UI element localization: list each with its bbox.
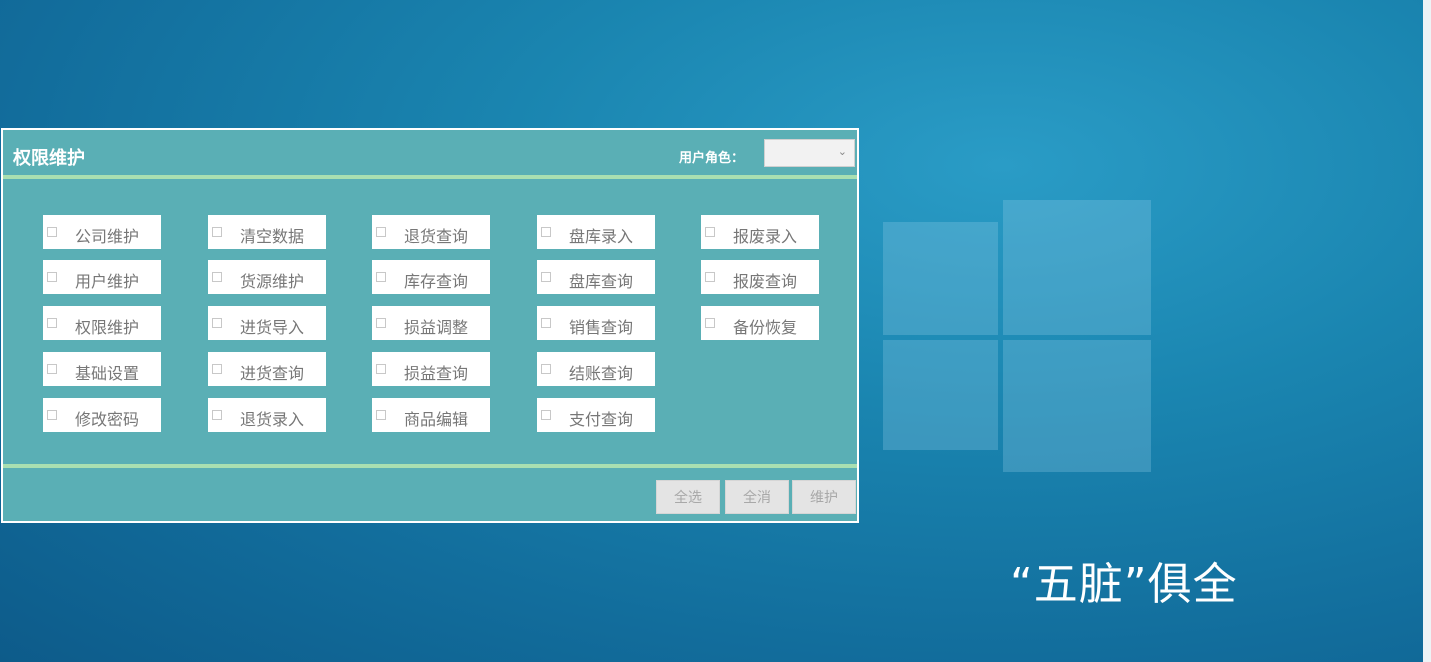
permission-label: 损益调整 bbox=[404, 318, 469, 337]
permission-label: 报废查询 bbox=[733, 272, 798, 291]
permission-label: 公司维护 bbox=[75, 227, 140, 246]
role-select[interactable]: ⌄ bbox=[764, 139, 855, 167]
permission-item[interactable]: 结账查询 bbox=[537, 352, 655, 386]
permission-label: 损益查询 bbox=[404, 364, 469, 383]
permission-label: 权限维护 bbox=[75, 318, 140, 337]
permission-item[interactable]: 退货录入 bbox=[208, 398, 326, 432]
permission-label: 备份恢复 bbox=[733, 318, 798, 337]
permission-item[interactable]: 损益查询 bbox=[372, 352, 490, 386]
permission-item[interactable]: 清空数据 bbox=[208, 215, 326, 249]
permission-checkbox[interactable] bbox=[541, 364, 551, 374]
permission-checkbox[interactable] bbox=[47, 272, 57, 282]
permission-item[interactable]: 退货查询 bbox=[372, 215, 490, 249]
permission-checkbox[interactable] bbox=[705, 318, 715, 328]
permission-checkbox[interactable] bbox=[212, 227, 222, 237]
permission-item[interactable]: 支付查询 bbox=[537, 398, 655, 432]
permission-item[interactable]: 货源维护 bbox=[208, 260, 326, 294]
permission-label: 进货导入 bbox=[240, 318, 305, 337]
permission-checkbox[interactable] bbox=[705, 272, 715, 282]
permission-checkbox[interactable] bbox=[47, 318, 57, 328]
panel-header: 权限维护 用户角色： ⌄ bbox=[3, 130, 857, 176]
permission-checkbox[interactable] bbox=[541, 410, 551, 420]
permission-item[interactable]: 报废录入 bbox=[701, 215, 819, 249]
permission-checkbox[interactable] bbox=[376, 410, 386, 420]
permission-item[interactable]: 进货查询 bbox=[208, 352, 326, 386]
permission-panel: 权限维护 用户角色： ⌄ 公司维护 用户维护 权限维护 基础设置 修改密码 清空数据 货源维… bbox=[1, 128, 859, 523]
footer-divider bbox=[3, 464, 857, 468]
permission-item[interactable]: 盘库录入 bbox=[537, 215, 655, 249]
permission-label: 销售查询 bbox=[569, 318, 634, 337]
permission-checkbox[interactable] bbox=[541, 318, 551, 328]
permission-item[interactable]: 报废查询 bbox=[701, 260, 819, 294]
slogan-text: “五脏”俱全 bbox=[1010, 559, 1238, 610]
permission-item[interactable]: 盘库查询 bbox=[537, 260, 655, 294]
clear-all-button[interactable]: 全消 bbox=[725, 480, 789, 514]
permission-item[interactable]: 公司维护 bbox=[43, 215, 161, 249]
permission-label: 退货查询 bbox=[404, 227, 469, 246]
permission-checkbox[interactable] bbox=[376, 318, 386, 328]
permission-item[interactable]: 商品编辑 bbox=[372, 398, 490, 432]
permission-label: 报废录入 bbox=[733, 227, 798, 246]
panel-title: 权限维护 bbox=[13, 148, 85, 169]
permission-label: 结账查询 bbox=[569, 364, 634, 383]
permission-label: 盘库录入 bbox=[569, 227, 634, 246]
permission-label: 进货查询 bbox=[240, 364, 305, 383]
permission-item[interactable]: 损益调整 bbox=[372, 306, 490, 340]
windows-logo-background bbox=[883, 200, 1151, 472]
permission-label: 盘库查询 bbox=[569, 272, 634, 291]
permission-checkbox[interactable] bbox=[212, 318, 222, 328]
desktop-right-edge bbox=[1423, 0, 1431, 662]
permission-item[interactable]: 修改密码 bbox=[43, 398, 161, 432]
permission-checkbox[interactable] bbox=[376, 364, 386, 374]
permission-checkbox[interactable] bbox=[212, 364, 222, 374]
permission-item[interactable]: 销售查询 bbox=[537, 306, 655, 340]
permission-checkbox[interactable] bbox=[47, 410, 57, 420]
permission-checkbox[interactable] bbox=[541, 227, 551, 237]
permission-label: 清空数据 bbox=[240, 227, 305, 246]
permission-item[interactable]: 库存查询 bbox=[372, 260, 490, 294]
permission-label: 基础设置 bbox=[75, 364, 140, 383]
permission-checkbox[interactable] bbox=[47, 227, 57, 237]
permission-label: 支付查询 bbox=[569, 410, 634, 429]
permission-item[interactable]: 用户维护 bbox=[43, 260, 161, 294]
permission-label: 库存查询 bbox=[404, 272, 469, 291]
permission-item[interactable]: 进货导入 bbox=[208, 306, 326, 340]
permission-checkbox[interactable] bbox=[212, 410, 222, 420]
permission-label: 货源维护 bbox=[240, 272, 305, 291]
permission-label: 用户维护 bbox=[75, 272, 140, 291]
save-button[interactable]: 维护 bbox=[792, 480, 856, 514]
permission-label: 退货录入 bbox=[240, 410, 305, 429]
permission-checkbox[interactable] bbox=[705, 227, 715, 237]
chevron-down-icon: ⌄ bbox=[837, 145, 847, 158]
permission-item[interactable]: 基础设置 bbox=[43, 352, 161, 386]
role-label: 用户角色： bbox=[679, 151, 745, 166]
permission-item[interactable]: 备份恢复 bbox=[701, 306, 819, 340]
permission-checkbox[interactable] bbox=[541, 272, 551, 282]
permission-checkbox[interactable] bbox=[376, 227, 386, 237]
permission-label: 修改密码 bbox=[75, 410, 140, 429]
permission-checkbox[interactable] bbox=[376, 272, 386, 282]
permission-checkbox[interactable] bbox=[47, 364, 57, 374]
select-all-button[interactable]: 全选 bbox=[656, 480, 720, 514]
permission-checkbox[interactable] bbox=[212, 272, 222, 282]
permission-item[interactable]: 权限维护 bbox=[43, 306, 161, 340]
header-divider bbox=[3, 175, 857, 179]
permission-label: 商品编辑 bbox=[404, 410, 469, 429]
